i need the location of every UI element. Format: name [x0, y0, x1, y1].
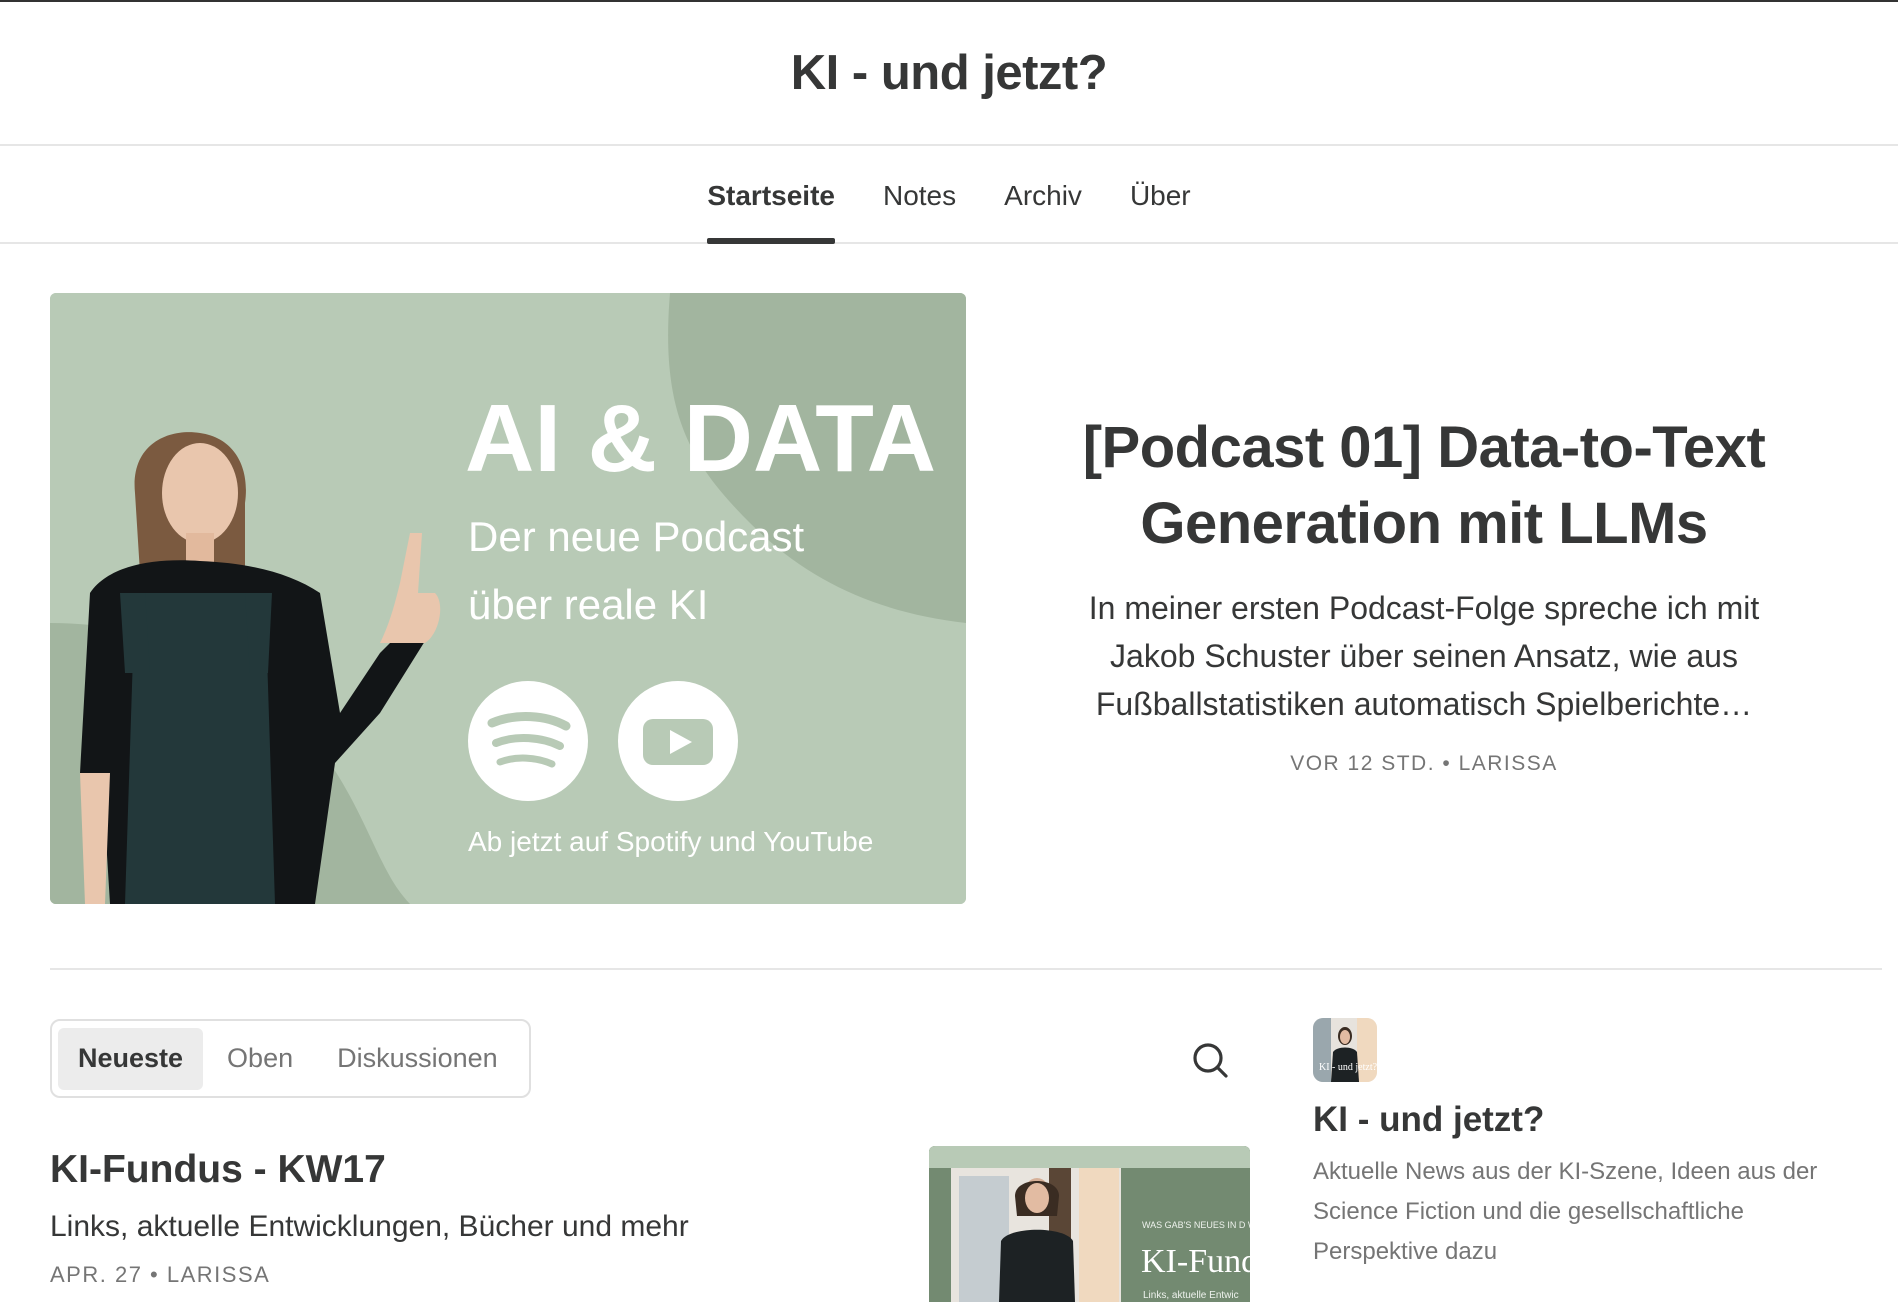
- tab-diskussionen[interactable]: Diskussionen: [317, 1028, 518, 1090]
- post-item: KI-Fundus - KW17 Links, aktuelle Entwick…: [50, 1148, 950, 1288]
- tab-oben[interactable]: Oben: [207, 1028, 313, 1090]
- nav-tab-notes[interactable]: Notes: [883, 146, 956, 242]
- spotify-icon: [468, 681, 588, 801]
- publication-avatar[interactable]: KI - und jetzt?: [1313, 1018, 1377, 1082]
- thumb-small: Links, aktuelle Entwic: [1143, 1290, 1239, 1301]
- hero-text: [Podcast 01] Data-to-Text Generation mit…: [1030, 410, 1818, 776]
- post-thumbnail[interactable]: WAS GAB'S NEUES IN D WOCHE? KI-Fund Link…: [929, 1146, 1250, 1302]
- hero-post-title[interactable]: [Podcast 01] Data-to-Text Generation mit…: [1030, 410, 1818, 562]
- section-divider: [50, 968, 1882, 970]
- post-meta: APR. 27 • LARISSA: [50, 1262, 271, 1287]
- site-title[interactable]: KI - und jetzt?: [791, 45, 1108, 101]
- nav-tab-archiv[interactable]: Archiv: [1004, 146, 1082, 242]
- main-nav: Startseite Notes Archiv Über: [0, 146, 1898, 244]
- hero-image-headline: AI & DATA: [465, 385, 936, 492]
- search-icon: [1193, 1043, 1228, 1078]
- hero-image-footer: Ab jetzt auf Spotify und YouTube: [468, 826, 873, 857]
- thumb-kicker: WAS GAB'S NEUES IN D WOCHE?: [1142, 1220, 1250, 1230]
- hero-post-description: In meiner ersten Podcast-Folge spreche i…: [1088, 590, 1760, 722]
- thumb-title: KI-Fund: [1141, 1243, 1250, 1280]
- hero-image-line1: Der neue Podcast: [468, 513, 805, 560]
- feed-tabs: Neueste Oben Diskussionen: [50, 1019, 531, 1098]
- tab-neueste[interactable]: Neueste: [58, 1027, 204, 1090]
- site-header: KI - und jetzt?: [0, 2, 1898, 146]
- post-subtitle: Links, aktuelle Entwicklungen, Bücher un…: [50, 1210, 689, 1243]
- nav-tab-startseite[interactable]: Startseite: [707, 146, 835, 244]
- publication-title[interactable]: KI - und jetzt?: [1313, 1100, 1544, 1140]
- hero-post-meta: VOR 12 STD. • LARISSA: [1290, 752, 1558, 775]
- youtube-icon: [618, 681, 738, 801]
- search-button[interactable]: [1184, 1034, 1236, 1086]
- post-title[interactable]: KI-Fundus - KW17: [50, 1148, 950, 1192]
- publication-description: Aktuelle News aus der KI-Szene, Ideen au…: [1313, 1158, 1818, 1265]
- hero-image-line2: über reale KI: [468, 581, 708, 628]
- nav-tab-ueber[interactable]: Über: [1130, 146, 1191, 242]
- hero-image[interactable]: AI & DATA Der neue Podcast über reale KI…: [50, 293, 966, 904]
- avatar-text: KI - und jetzt?: [1319, 1062, 1377, 1073]
